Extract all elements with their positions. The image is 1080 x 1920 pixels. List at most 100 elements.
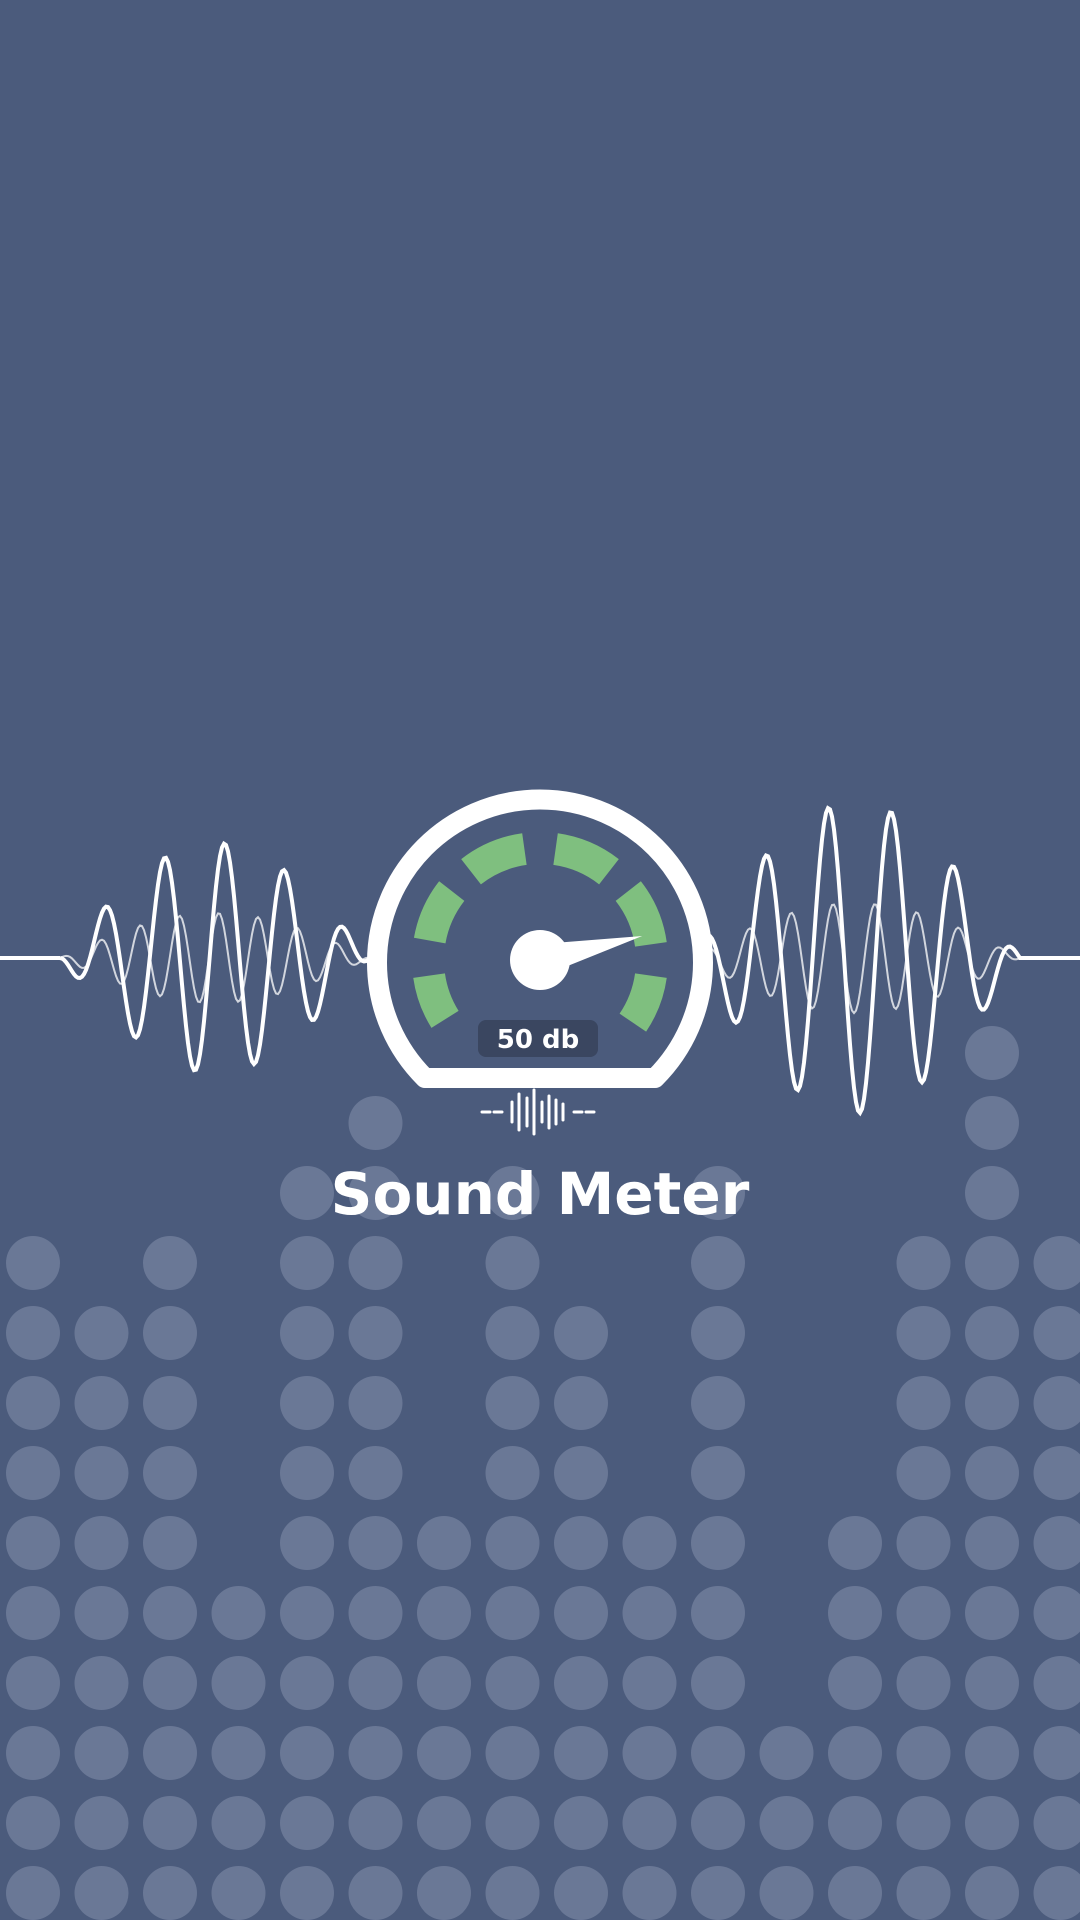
equalizer-dot [348,1236,403,1290]
equalizer-dot [485,1796,540,1850]
app-title: Sound Meter [330,1160,750,1228]
equalizer-dot [143,1656,197,1710]
equalizer-dot [622,1866,677,1920]
equalizer-dot [143,1236,197,1290]
equalizer-dot [691,1236,745,1290]
equalizer-dot [348,1096,403,1150]
equalizer-dot [1033,1236,1080,1290]
equalizer-dot [143,1796,197,1850]
equalizer-dot [896,1656,951,1710]
equalizer-dot [691,1376,745,1430]
equalizer-dot [143,1586,197,1640]
equalizer-dot [143,1726,197,1780]
equalizer-dot [828,1656,882,1710]
equalizer-dot [554,1586,608,1640]
equalizer-dot [6,1866,60,1920]
equalizer-dot [143,1446,197,1500]
equalizer-dot [554,1376,608,1430]
equalizer-dot [74,1446,129,1500]
equalizer-dot [211,1866,266,1920]
equalizer-dot [896,1306,951,1360]
equalizer-dot [74,1796,129,1850]
equalizer-dot [211,1796,266,1850]
equalizer-dot [1033,1306,1080,1360]
equalizer-dot [485,1376,540,1430]
equalizer-dot [965,1446,1019,1500]
equalizer-dot [896,1516,951,1570]
equalizer-dot [1033,1446,1080,1500]
equalizer-dot [828,1796,882,1850]
equalizer-dot [965,1306,1019,1360]
equalizer-dot [965,1656,1019,1710]
equalizer-dot [74,1376,129,1430]
equalizer-dot [348,1446,403,1500]
equalizer-dot [280,1236,334,1290]
equalizer-dot [691,1446,745,1500]
equalizer-dot [485,1446,540,1500]
equalizer-dot [280,1376,334,1430]
equalizer-dot [691,1586,745,1640]
equalizer-dot [74,1586,129,1640]
equalizer-dot [828,1726,882,1780]
equalizer-dot [896,1446,951,1500]
splash-canvas: 50 db [0,789,1080,1920]
equalizer-dot [691,1516,745,1570]
equalizer-dot [417,1796,471,1850]
equalizer-dot [280,1306,334,1360]
mini-soundwave-icon [480,1088,596,1136]
equalizer-dot [348,1866,403,1920]
equalizer-dot [280,1516,334,1570]
equalizer-dot [759,1726,814,1780]
equalizer-dot [6,1726,60,1780]
equalizer-dot [965,1236,1019,1290]
equalizer-dot [211,1586,266,1640]
equalizer-dot [965,1796,1019,1850]
equalizer-dot [622,1516,677,1570]
equalizer-dot [622,1726,677,1780]
equalizer-dot [965,1096,1019,1150]
equalizer-dot [828,1586,882,1640]
equalizer-dot [896,1236,951,1290]
equalizer-dot [554,1516,608,1570]
equalizer-dot [965,1866,1019,1920]
equalizer-dot [1033,1656,1080,1710]
equalizer-dot [417,1726,471,1780]
equalizer-dot [1033,1796,1080,1850]
equalizer-dot [280,1446,334,1500]
equalizer-dot [485,1656,540,1710]
equalizer-dot [896,1866,951,1920]
equalizer-dot [485,1516,540,1570]
equalizer-dot [6,1796,60,1850]
equalizer-dot [965,1726,1019,1780]
equalizer-dot [554,1656,608,1710]
equalizer-dot [417,1656,471,1710]
equalizer-dot [1033,1726,1080,1780]
equalizer-dot [74,1726,129,1780]
equalizer-dot [896,1586,951,1640]
equalizer-dot [622,1656,677,1710]
equalizer-dot [74,1306,129,1360]
equalizer-dot [691,1866,745,1920]
equalizer-dot [554,1446,608,1500]
equalizer-dot [965,1026,1019,1080]
equalizer-dot [280,1726,334,1780]
equalizer-dot [417,1586,471,1640]
waveform-line [0,840,372,1073]
equalizer-dot [280,1796,334,1850]
equalizer-dot [280,1866,334,1920]
equalizer-dot [143,1866,197,1920]
equalizer-dot [348,1796,403,1850]
equalizer-dot [143,1516,197,1570]
equalizer-dot [691,1796,745,1850]
equalizer-dot [1033,1586,1080,1640]
equalizer-dot [965,1376,1019,1430]
equalizer-dot [691,1656,745,1710]
equalizer-dot [6,1656,60,1710]
equalizer-dot [6,1516,60,1570]
equalizer-dot [1033,1866,1080,1920]
equalizer-dot [759,1866,814,1920]
equalizer-dot [622,1796,677,1850]
equalizer-dot [6,1306,60,1360]
equalizer-dot [280,1586,334,1640]
equalizer-dot [554,1306,608,1360]
